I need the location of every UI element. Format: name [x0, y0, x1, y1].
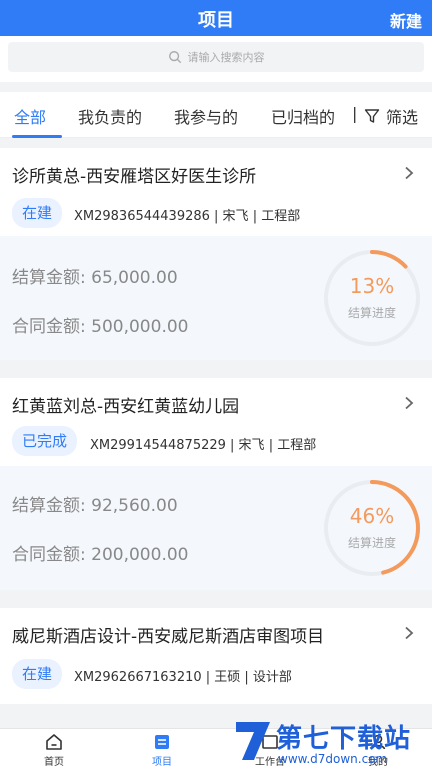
progress-caption: 结算进度 — [347, 306, 396, 320]
project-card[interactable]: 诊所黄总-西安雁塔区好医生诊所 在建 XM29836544439286 | 宋飞… — [0, 148, 432, 360]
filter-icon — [364, 109, 380, 123]
contract-amount: 合同金额: 200,000.00 — [12, 545, 189, 565]
watermark-logo — [236, 722, 270, 760]
tabbar-item-home[interactable]: 首页 — [24, 733, 84, 768]
progress-ring: 46% 结算进度 — [322, 478, 422, 578]
watermark-url: www.d7down.com — [278, 752, 388, 766]
progress-ring: 13% 结算进度 — [322, 248, 422, 348]
chevron-right-icon — [405, 626, 414, 640]
project-name: 诊所黄总-西安雁塔区好医生诊所 — [12, 167, 257, 187]
project-card[interactable]: 红黄蓝刘总-西安红黄蓝幼儿园 已完成 XM29914544875229 | 宋飞… — [0, 378, 432, 590]
settlement-amount: 结算金额: 65,000.00 — [12, 268, 178, 288]
top-header: 项目 新建 — [0, 0, 432, 36]
active-tab-indicator — [12, 135, 62, 138]
watermark: 第七下载站 www.d7down.com — [234, 718, 432, 768]
status-badge: 已完成 — [12, 426, 78, 456]
project-card[interactable]: 威尼斯酒店设计-西安威尼斯酒店审图项目 在建 XM2962667163210 |… — [0, 608, 432, 704]
tab-responsible[interactable]: 我负责的 — [78, 104, 142, 128]
contract-amount: 合同金额: 500,000.00 — [12, 317, 189, 337]
amount-panel: 结算金额: 65,000.00 合同金额: 500,000.00 13% 结算进… — [0, 236, 432, 360]
tab-all[interactable]: 全部 — [14, 104, 46, 128]
project-meta: XM2962667163210 | 王硕 | 设计部 — [74, 670, 292, 685]
status-badge: 在建 — [12, 659, 63, 689]
tabbar-item-project[interactable]: 项目 — [132, 733, 192, 768]
home-icon — [46, 734, 62, 750]
project-name: 威尼斯酒店设计-西安威尼斯酒店审图项目 — [12, 627, 325, 647]
search-bar: 请输入搜索内容 — [0, 36, 432, 82]
project-name: 红黄蓝刘总-西安红黄蓝幼儿园 — [12, 397, 240, 417]
project-meta: XM29914544875229 | 宋飞 | 工程部 — [90, 438, 317, 453]
amount-panel: 结算金额: 92,560.00 合同金额: 200,000.00 46% 结算进… — [0, 466, 432, 590]
watermark-title: 第七下载站 — [276, 724, 412, 754]
search-input[interactable]: 请输入搜索内容 — [8, 42, 424, 72]
tabbar-label: 项目 — [152, 757, 172, 768]
filter-tabs: 全部 我负责的 我参与的 已归档的 | 筛选 — [0, 92, 432, 138]
project-meta: XM29836544439286 | 宋飞 | 工程部 — [74, 209, 301, 224]
status-badge: 在建 — [12, 198, 63, 228]
progress-caption: 结算进度 — [347, 536, 396, 550]
new-project-button[interactable]: 新建 — [390, 8, 422, 32]
tab-participated[interactable]: 我参与的 — [174, 104, 238, 128]
tab-separator: | — [352, 104, 358, 123]
chevron-right-icon — [405, 396, 414, 410]
page-title: 项目 — [198, 10, 234, 31]
progress-percent: 13% — [349, 274, 395, 298]
search-placeholder: 请输入搜索内容 — [187, 51, 265, 64]
chevron-right-icon — [405, 166, 414, 180]
tabbar-label: 首页 — [44, 757, 64, 768]
divider — [0, 82, 432, 92]
filter-label: 筛选 — [386, 108, 419, 127]
filter-button[interactable]: 筛选 — [364, 104, 418, 128]
progress-percent: 46% — [349, 504, 395, 528]
search-icon — [168, 51, 181, 64]
project-icon — [155, 735, 169, 749]
tab-archived[interactable]: 已归档的 — [271, 104, 335, 128]
settlement-amount: 结算金额: 92,560.00 — [12, 496, 178, 516]
